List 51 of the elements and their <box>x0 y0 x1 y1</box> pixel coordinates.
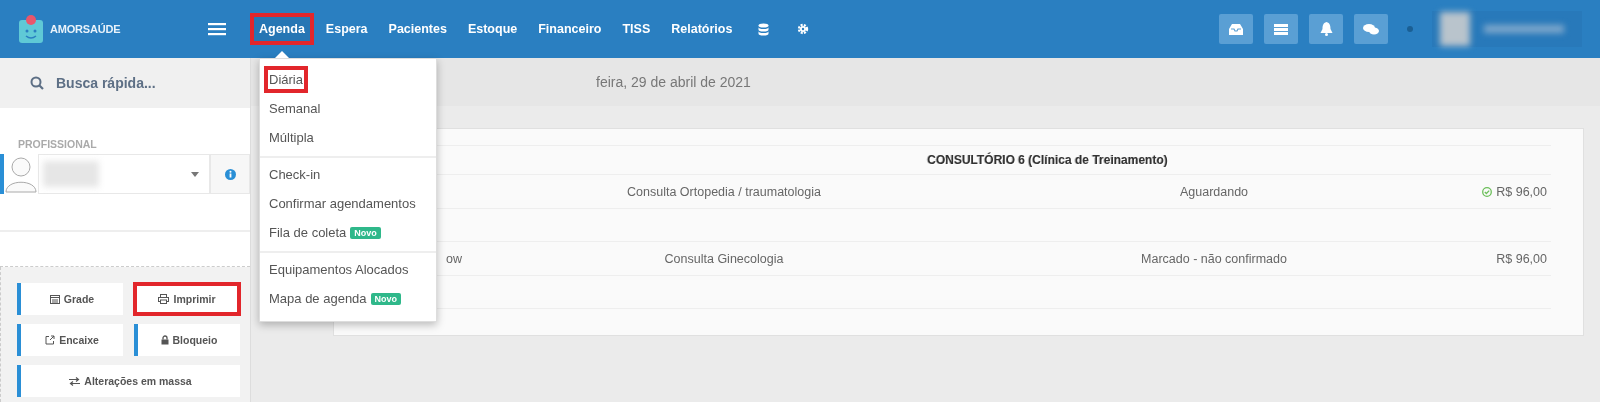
service-name: Consulta Ortopedia / traumatologia <box>627 184 821 199</box>
menu-item[interactable]: Equipamentos Alocados <box>269 260 409 279</box>
status-dot <box>1407 26 1413 32</box>
list-icon[interactable] <box>1264 14 1298 44</box>
menu-item[interactable]: Mapa de agenda <box>269 289 367 308</box>
swap-arrows-icon <box>69 376 81 386</box>
action-button[interactable]: Imprimir <box>134 283 240 315</box>
date-title: feira, 29 de abril de 2021 <box>596 74 751 90</box>
room-title: CONSULTÓRIO 6 (Clínica de Treinamento) <box>927 153 1168 167</box>
status-text: Marcado - não confirmado <box>1141 251 1287 266</box>
menu-item[interactable]: Semanal <box>269 99 321 118</box>
database-icon[interactable] <box>758 22 770 36</box>
lock-icon <box>160 335 169 345</box>
price-text: R$ 96,00 <box>1496 184 1547 199</box>
action-button[interactable]: Grade <box>17 283 123 315</box>
bell-icon[interactable] <box>1309 14 1343 44</box>
patient-name: ow <box>446 251 462 266</box>
external-link-icon <box>45 335 56 345</box>
calendar-icon <box>49 294 60 304</box>
nav-tab[interactable]: Espera <box>316 13 377 45</box>
search-field[interactable]: Busca rápida... <box>0 58 250 108</box>
brand-name: AMORSAÚDE <box>50 23 121 35</box>
menu-item[interactable]: Diária <box>264 66 308 93</box>
nav-tab[interactable]: Agenda <box>250 13 314 45</box>
user-menu[interactable] <box>1432 11 1582 47</box>
chat-icon[interactable] <box>1354 14 1388 44</box>
new-badge: Novo <box>370 292 402 305</box>
action-button[interactable]: Encaixe <box>17 324 123 356</box>
service-name: Consulta Ginecologia <box>664 251 784 266</box>
nav-tab[interactable]: Relatórios <box>662 13 742 45</box>
action-button[interactable]: Alterações em massa <box>17 365 240 397</box>
nav-tab[interactable]: TISS <box>613 13 660 45</box>
nav-tab[interactable]: Financeiro <box>529 13 611 45</box>
menu-item[interactable]: Múltipla <box>269 128 314 147</box>
menu-icon[interactable] <box>208 22 226 36</box>
price-text: R$ 96,00 <box>1496 251 1547 266</box>
status-text: Aguardando <box>1179 184 1249 199</box>
logo-icon <box>18 14 44 44</box>
menu-item[interactable]: Check-in <box>269 165 321 184</box>
avatar-icon <box>4 155 38 193</box>
inbox-icon[interactable] <box>1219 14 1253 44</box>
menu-item[interactable]: Confirmar agendamentos <box>269 194 416 213</box>
nav-tab[interactable]: Pacientes <box>379 13 456 45</box>
print-icon <box>158 294 170 304</box>
settings-icon[interactable] <box>797 23 810 35</box>
nav-tab[interactable]: Estoque <box>458 13 527 45</box>
field-label: PROFISSIONAL <box>18 138 98 150</box>
info-icon[interactable] <box>210 154 250 194</box>
menu-item[interactable]: Fila de coleta <box>269 223 347 242</box>
new-badge: Novo <box>350 226 381 239</box>
action-button[interactable]: Bloqueio <box>134 324 240 356</box>
